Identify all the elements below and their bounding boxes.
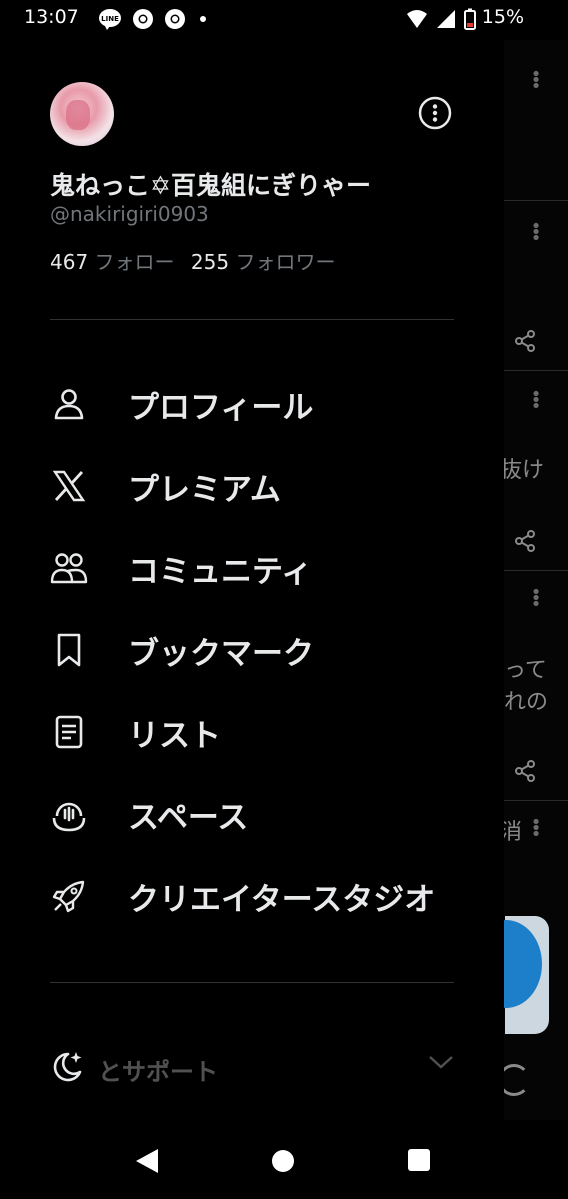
- spaces-icon: [50, 795, 88, 833]
- avatar[interactable]: [50, 82, 114, 146]
- signal-icon: [436, 9, 456, 33]
- divider: [504, 570, 568, 571]
- share-icon: [514, 760, 536, 786]
- menu-item-profile[interactable]: プロフィール: [50, 374, 480, 434]
- background-text: れの: [504, 690, 549, 715]
- followers-link[interactable]: 255 フォロワー: [191, 250, 336, 274]
- share-icon: [514, 530, 536, 556]
- divider: [504, 200, 568, 201]
- background-text: 抜け: [500, 458, 545, 483]
- followers-label: フォロワー: [235, 250, 336, 274]
- divider: [504, 800, 568, 801]
- svg-text:LINE: LINE: [101, 15, 119, 23]
- battery-icon: [464, 8, 476, 34]
- menu-label: プレミアム: [128, 471, 281, 508]
- divider: [50, 319, 454, 320]
- home-button[interactable]: [272, 1150, 294, 1172]
- divider: [504, 370, 568, 371]
- chrome-icon: [132, 8, 154, 34]
- menu-item-spaces[interactable]: スペース: [50, 784, 480, 844]
- chevron-down-icon: [428, 1054, 454, 1074]
- help-and-support-label: とサポート: [98, 1058, 218, 1086]
- help-and-support-row[interactable]: とサポート: [50, 1048, 454, 1088]
- menu-label: コミュニティ: [128, 553, 313, 590]
- menu-item-lists[interactable]: リスト: [50, 702, 480, 762]
- battery-percent: 15%: [481, 6, 524, 28]
- followers-count: 255: [190, 250, 230, 274]
- menu-label: スペース: [128, 799, 249, 836]
- more-vertical-icon: • • •: [530, 64, 542, 97]
- status-bar: 13:07 LINE 15%: [0, 0, 568, 40]
- line-icon: LINE: [98, 8, 122, 34]
- menu-item-premium[interactable]: プレミアム: [50, 456, 480, 516]
- navigation-drawer: 鬼ねっこ✡百鬼組にぎりゃー @nakirigiri0903 467 フォロー 2…: [0, 40, 504, 1120]
- person-icon: [50, 385, 88, 423]
- divider: [50, 982, 454, 983]
- menu-label: クリエイタースタジオ: [128, 881, 436, 918]
- list-icon: [50, 713, 88, 751]
- more-vertical-icon: • • •: [530, 216, 542, 249]
- rocket-icon: [50, 877, 88, 915]
- theme-toggle[interactable]: [50, 1050, 84, 1088]
- menu-label: リスト: [128, 717, 221, 754]
- menu-item-creator-studio[interactable]: クリエイタースタジオ: [50, 866, 480, 926]
- recents-button[interactable]: [408, 1149, 430, 1171]
- dot-icon: [196, 8, 210, 34]
- following-link[interactable]: 467 フォロー: [50, 250, 181, 274]
- status-time: 13:07: [24, 6, 79, 28]
- display-name[interactable]: 鬼ねっこ✡百鬼組にぎりゃー: [50, 166, 371, 202]
- more-vertical-icon: • • •: [530, 812, 542, 845]
- background-text: って: [504, 658, 547, 683]
- back-button[interactable]: [134, 1148, 160, 1178]
- communities-icon: [50, 549, 88, 587]
- wifi-icon: [406, 9, 428, 33]
- follow-stats: 467 フォロー 255 フォロワー: [50, 246, 335, 275]
- notification-icons: LINE: [98, 8, 210, 34]
- moon-sparkle-icon: [53, 1052, 82, 1082]
- share-icon: [514, 330, 536, 356]
- more-vertical-icon: • • •: [530, 384, 542, 417]
- account-more-button[interactable]: [418, 96, 452, 130]
- more-vertical-icon: • • •: [530, 582, 542, 615]
- user-handle: @nakirigiri0903: [50, 202, 209, 226]
- following-label: フォロー: [94, 250, 175, 274]
- more-options-icon: [418, 96, 452, 130]
- following-count: 467: [50, 250, 89, 274]
- android-navigation-bar: [0, 1120, 568, 1199]
- chrome-icon: [164, 8, 186, 34]
- menu-item-communities[interactable]: コミュニティ: [50, 538, 480, 598]
- bookmark-icon: [50, 631, 88, 669]
- menu-item-bookmarks[interactable]: ブックマーク: [50, 620, 480, 680]
- back-triangle-icon: [136, 1149, 158, 1173]
- x-logo-icon: [50, 467, 88, 505]
- menu-label: ブックマーク: [128, 635, 314, 672]
- menu-label: プロフィール: [128, 389, 314, 426]
